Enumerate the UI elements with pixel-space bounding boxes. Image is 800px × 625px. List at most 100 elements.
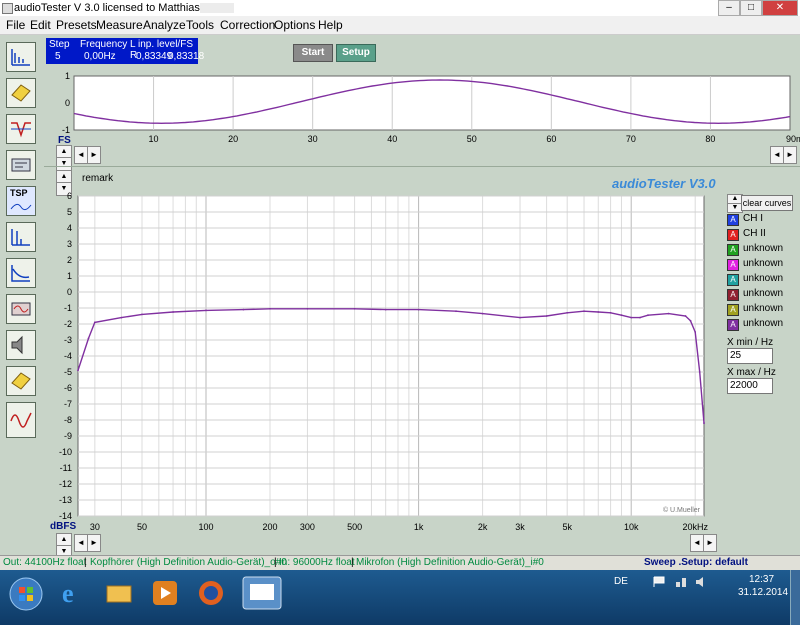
response-point — [205, 309, 207, 312]
scope-x-tick-label: 20 — [228, 134, 238, 144]
response-point — [172, 311, 175, 313]
response-point — [353, 307, 356, 310]
impulse-tool[interactable] — [6, 222, 36, 252]
legend-color-swatch[interactable]: A — [727, 259, 739, 271]
menu-edit[interactable]: Edit — [30, 18, 51, 32]
response-point — [703, 422, 705, 425]
status-bar: Out: 44100Hz float | Kopfhörer (High Def… — [0, 555, 800, 570]
legend-color-swatch[interactable]: A — [727, 289, 739, 301]
legend-color-swatch[interactable]: A — [727, 274, 739, 286]
maximize-button[interactable]: □ — [740, 0, 762, 16]
chart-x-tick-label: 100 — [198, 522, 213, 532]
scope-y-down-button[interactable]: ▼ — [56, 157, 72, 171]
waveform-tool[interactable] — [6, 402, 36, 438]
response-point — [684, 315, 687, 317]
scope-right-button[interactable]: ► — [87, 146, 101, 164]
response-point — [667, 312, 670, 315]
chart-x-tick-label: 20kHz — [682, 522, 708, 532]
response-point — [269, 307, 271, 310]
clock-time[interactable]: 12:37 — [749, 574, 774, 585]
settings-tool[interactable] — [6, 150, 36, 180]
chart-left-button[interactable]: ◄ — [74, 534, 88, 552]
eq-tool[interactable] — [6, 366, 36, 396]
legend-label: unknown — [743, 288, 784, 299]
chart-zoom-right-button[interactable]: ► — [703, 534, 717, 552]
menu-analyze[interactable]: Analyze — [143, 18, 186, 32]
menu-options[interactable]: Options — [274, 18, 315, 32]
tsp-label: TSP — [10, 188, 28, 198]
tsp-icon — [10, 203, 32, 211]
legend-label: unknown — [743, 243, 784, 254]
scope-zoom-right-button[interactable]: ► — [783, 146, 797, 164]
clock-date[interactable]: 31.12.2014 — [738, 587, 788, 598]
chart-x-tick-label: 50 — [137, 522, 147, 532]
chart-zoom-left-button[interactable]: ◄ — [690, 534, 704, 552]
setup-status: Sweep .Setup: default — [644, 557, 748, 568]
menu-help[interactable]: Help — [318, 18, 343, 32]
xmax-input[interactable]: 22000 — [727, 378, 773, 394]
legend-color-swatch[interactable]: A — [727, 229, 739, 241]
generator-tool[interactable] — [6, 294, 36, 324]
tsp-tool[interactable]: TSP — [6, 186, 36, 216]
legend-label: unknown — [743, 258, 784, 269]
tester-tool[interactable] — [6, 78, 36, 108]
response-point — [698, 371, 701, 373]
response-point — [545, 315, 548, 317]
menu-bar: File Edit Presets Measure Analyze Tools … — [0, 16, 800, 35]
menu-presets[interactable]: Presets — [56, 18, 97, 32]
setup-button[interactable]: Setup — [336, 44, 376, 62]
scope-zoom-left-button[interactable]: ◄ — [770, 146, 784, 164]
scope-y-tick-label: 0 — [65, 98, 70, 108]
minimize-button[interactable]: – — [718, 0, 740, 16]
audiotester-taskbar-icon[interactable] — [242, 576, 282, 610]
chart-x-tick-label: 3k — [515, 522, 525, 532]
network-icon[interactable] — [674, 576, 688, 588]
chart-right-button[interactable]: ► — [87, 534, 101, 552]
scope-left-button[interactable]: ◄ — [74, 146, 88, 164]
media-player-icon[interactable] — [150, 578, 180, 608]
legend-color-swatch[interactable]: A — [727, 244, 739, 256]
start-orb-icon[interactable] — [8, 576, 44, 612]
xmin-input[interactable]: 25 — [727, 348, 773, 364]
show-desktop-button[interactable] — [790, 570, 800, 625]
clear-curves-button[interactable]: clear curves — [741, 195, 793, 211]
legend-color-swatch[interactable]: A — [727, 304, 739, 316]
explorer-icon[interactable] — [104, 578, 134, 608]
taskbar: e DE 12:37 31.12.2014 — [0, 570, 800, 625]
brand-label: audioTester V3.0 — [612, 176, 716, 191]
spectrum-tool[interactable] — [6, 42, 36, 72]
menu-correction[interactable]: Correction — [220, 18, 275, 32]
menu-file[interactable]: File — [6, 18, 25, 32]
response-point — [689, 319, 692, 322]
chart-y-tick-label: 0 — [67, 287, 72, 297]
legend-label: CH II — [743, 228, 766, 239]
speaker-tool[interactable] — [6, 330, 36, 360]
menu-tools[interactable]: Tools — [186, 18, 214, 32]
response-point — [583, 310, 585, 313]
legend-color-swatch[interactable]: A — [727, 319, 739, 331]
close-button[interactable]: ✕ — [762, 0, 798, 16]
step-value: 5 — [55, 51, 61, 62]
impulse-icon — [11, 229, 30, 246]
filter-tool[interactable] — [6, 114, 36, 144]
chart-y-tick-label: 6 — [67, 191, 72, 201]
firefox-icon[interactable] — [196, 578, 226, 608]
svg-text:e: e — [62, 579, 74, 608]
response-tool[interactable] — [6, 258, 36, 288]
legend-color-swatch[interactable]: A — [727, 214, 739, 226]
chart-y-tick-label: -13 — [59, 495, 72, 505]
legend-label: CH I — [743, 213, 763, 224]
chart-x-tick-label: 2k — [478, 522, 488, 532]
language-indicator[interactable]: DE — [614, 576, 628, 587]
eq-icon — [11, 372, 31, 390]
menu-measure[interactable]: Measure — [96, 18, 143, 32]
chart-y-tick-label: -12 — [59, 479, 72, 489]
volume-icon[interactable] — [694, 576, 708, 588]
input-device: Mikrofon (High Definition Audio-Gerät)_i… — [356, 557, 544, 568]
flag-icon[interactable] — [652, 576, 666, 588]
start-button[interactable]: Start — [293, 44, 333, 62]
internet-explorer-icon[interactable]: e — [58, 578, 88, 608]
speaker-icon — [11, 335, 23, 355]
xmin-label: X min / Hz — [727, 337, 774, 348]
spectrum-icon — [11, 49, 30, 66]
